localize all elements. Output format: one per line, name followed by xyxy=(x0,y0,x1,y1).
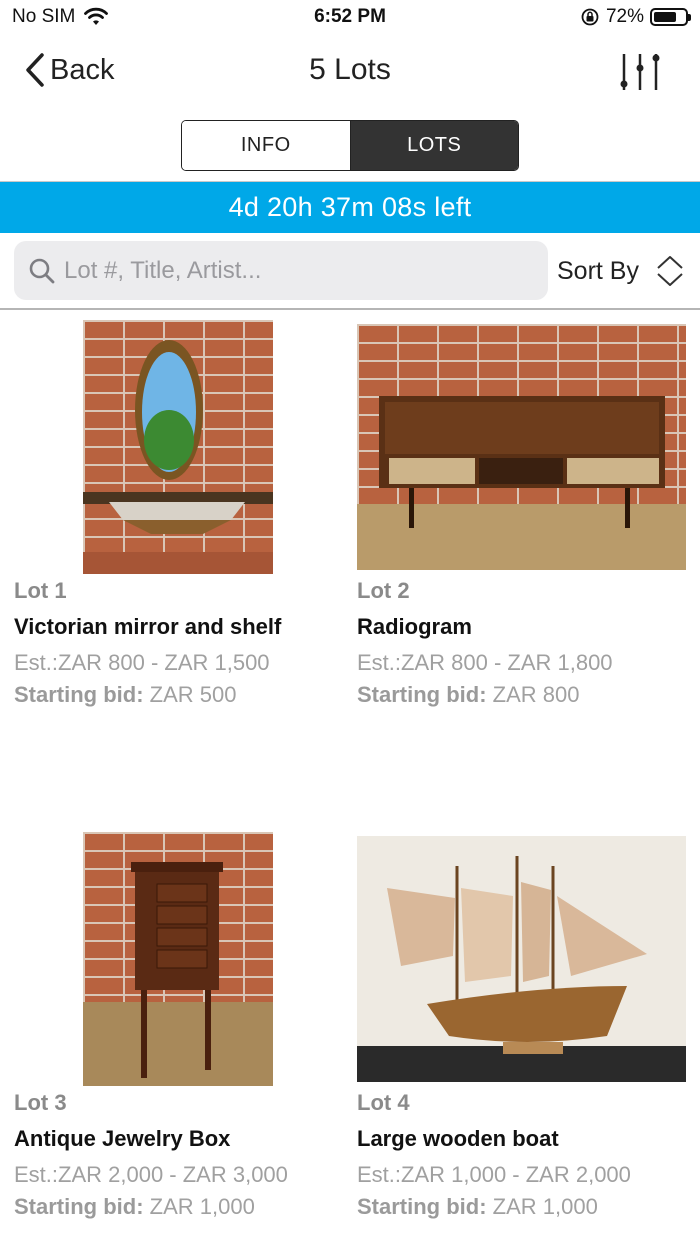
radiogram-photo xyxy=(357,396,686,570)
starting-bid-value: ZAR 800 xyxy=(492,682,580,707)
nav-bar: Back 5 Lots xyxy=(0,40,700,102)
starting-bid-value: ZAR 1,000 xyxy=(149,1194,255,1219)
lot-estimate: Est.:ZAR 800 - ZAR 1,800 xyxy=(357,650,613,675)
battery-icon xyxy=(650,8,691,26)
countdown-banner: 4d 20h 37m 08s left xyxy=(0,182,700,233)
starting-bid-value: ZAR 1,000 xyxy=(492,1194,598,1219)
tab-lots[interactable]: LOTS xyxy=(350,121,518,170)
lot-image[interactable] xyxy=(357,324,686,570)
starting-bid-label: Starting bid: xyxy=(357,682,487,707)
lot-card[interactable]: Lot 4 Large wooden boat Est.:ZAR 1,000 -… xyxy=(343,832,686,1244)
starting-bid-label: Starting bid: xyxy=(357,1194,487,1219)
lot-title: Large wooden boat xyxy=(357,1126,559,1151)
lot-starting-bid: Starting bid: ZAR 1,000 xyxy=(357,1194,598,1220)
lot-starting-bid: Starting bid: ZAR 1,000 xyxy=(14,1194,255,1220)
battery-level xyxy=(654,12,676,22)
lot-card[interactable]: Lot 3 Antique Jewelry Box Est.:ZAR 2,000… xyxy=(0,832,343,1244)
lot-number: Lot 4 xyxy=(357,1090,410,1115)
info-lots-segmented-control: INFO LOTS xyxy=(181,120,519,171)
search-bar[interactable] xyxy=(14,241,548,300)
page-title: 5 Lots xyxy=(309,53,391,86)
lot-card[interactable]: Lot 2 Radiogram Est.:ZAR 800 - ZAR 1,800… xyxy=(343,320,686,740)
sort-by-button[interactable]: Sort By xyxy=(557,254,685,288)
starting-bid-label: Starting bid: xyxy=(14,682,144,707)
lot-starting-bid: Starting bid: ZAR 800 xyxy=(357,682,580,708)
mirror-photo xyxy=(83,340,273,574)
lot-starting-bid: Starting bid: ZAR 500 xyxy=(14,682,237,708)
search-icon xyxy=(29,258,55,283)
lot-image[interactable] xyxy=(83,320,273,574)
lot-title: Radiogram xyxy=(357,614,472,639)
tab-info[interactable]: INFO xyxy=(182,121,351,170)
lot-number: Lot 2 xyxy=(357,578,410,603)
lot-estimate: Est.:ZAR 800 - ZAR 1,500 xyxy=(14,650,270,675)
lot-image[interactable] xyxy=(357,836,686,1082)
lot-number: Lot 1 xyxy=(14,578,67,603)
status-right: 72% xyxy=(580,6,691,28)
lot-title: Antique Jewelry Box xyxy=(14,1126,231,1151)
divider xyxy=(0,308,700,310)
jewelry-box-photo xyxy=(83,862,273,1086)
battery-percent: 72% xyxy=(605,6,644,27)
filter-sliders-icon[interactable] xyxy=(618,50,662,94)
starting-bid-label: Starting bid: xyxy=(14,1194,144,1219)
lot-image[interactable] xyxy=(83,832,273,1086)
starting-bid-value: ZAR 500 xyxy=(149,682,237,707)
sort-chevrons-icon xyxy=(657,256,683,286)
sort-by-label: Sort By xyxy=(557,256,639,285)
lot-title: Victorian mirror and shelf xyxy=(14,614,282,639)
lot-card[interactable]: Lot 1 Victorian mirror and shelf Est.:ZA… xyxy=(0,320,343,740)
lot-estimate: Est.:ZAR 1,000 - ZAR 2,000 xyxy=(357,1162,631,1187)
lot-number: Lot 3 xyxy=(14,1090,67,1115)
wooden-boat-photo xyxy=(357,836,686,1082)
orientation-lock-icon xyxy=(581,8,599,26)
search-input[interactable] xyxy=(64,256,524,285)
lot-estimate: Est.:ZAR 2,000 - ZAR 3,000 xyxy=(14,1162,288,1187)
status-bar: No SIM 6:52 PM 72% xyxy=(0,0,700,36)
